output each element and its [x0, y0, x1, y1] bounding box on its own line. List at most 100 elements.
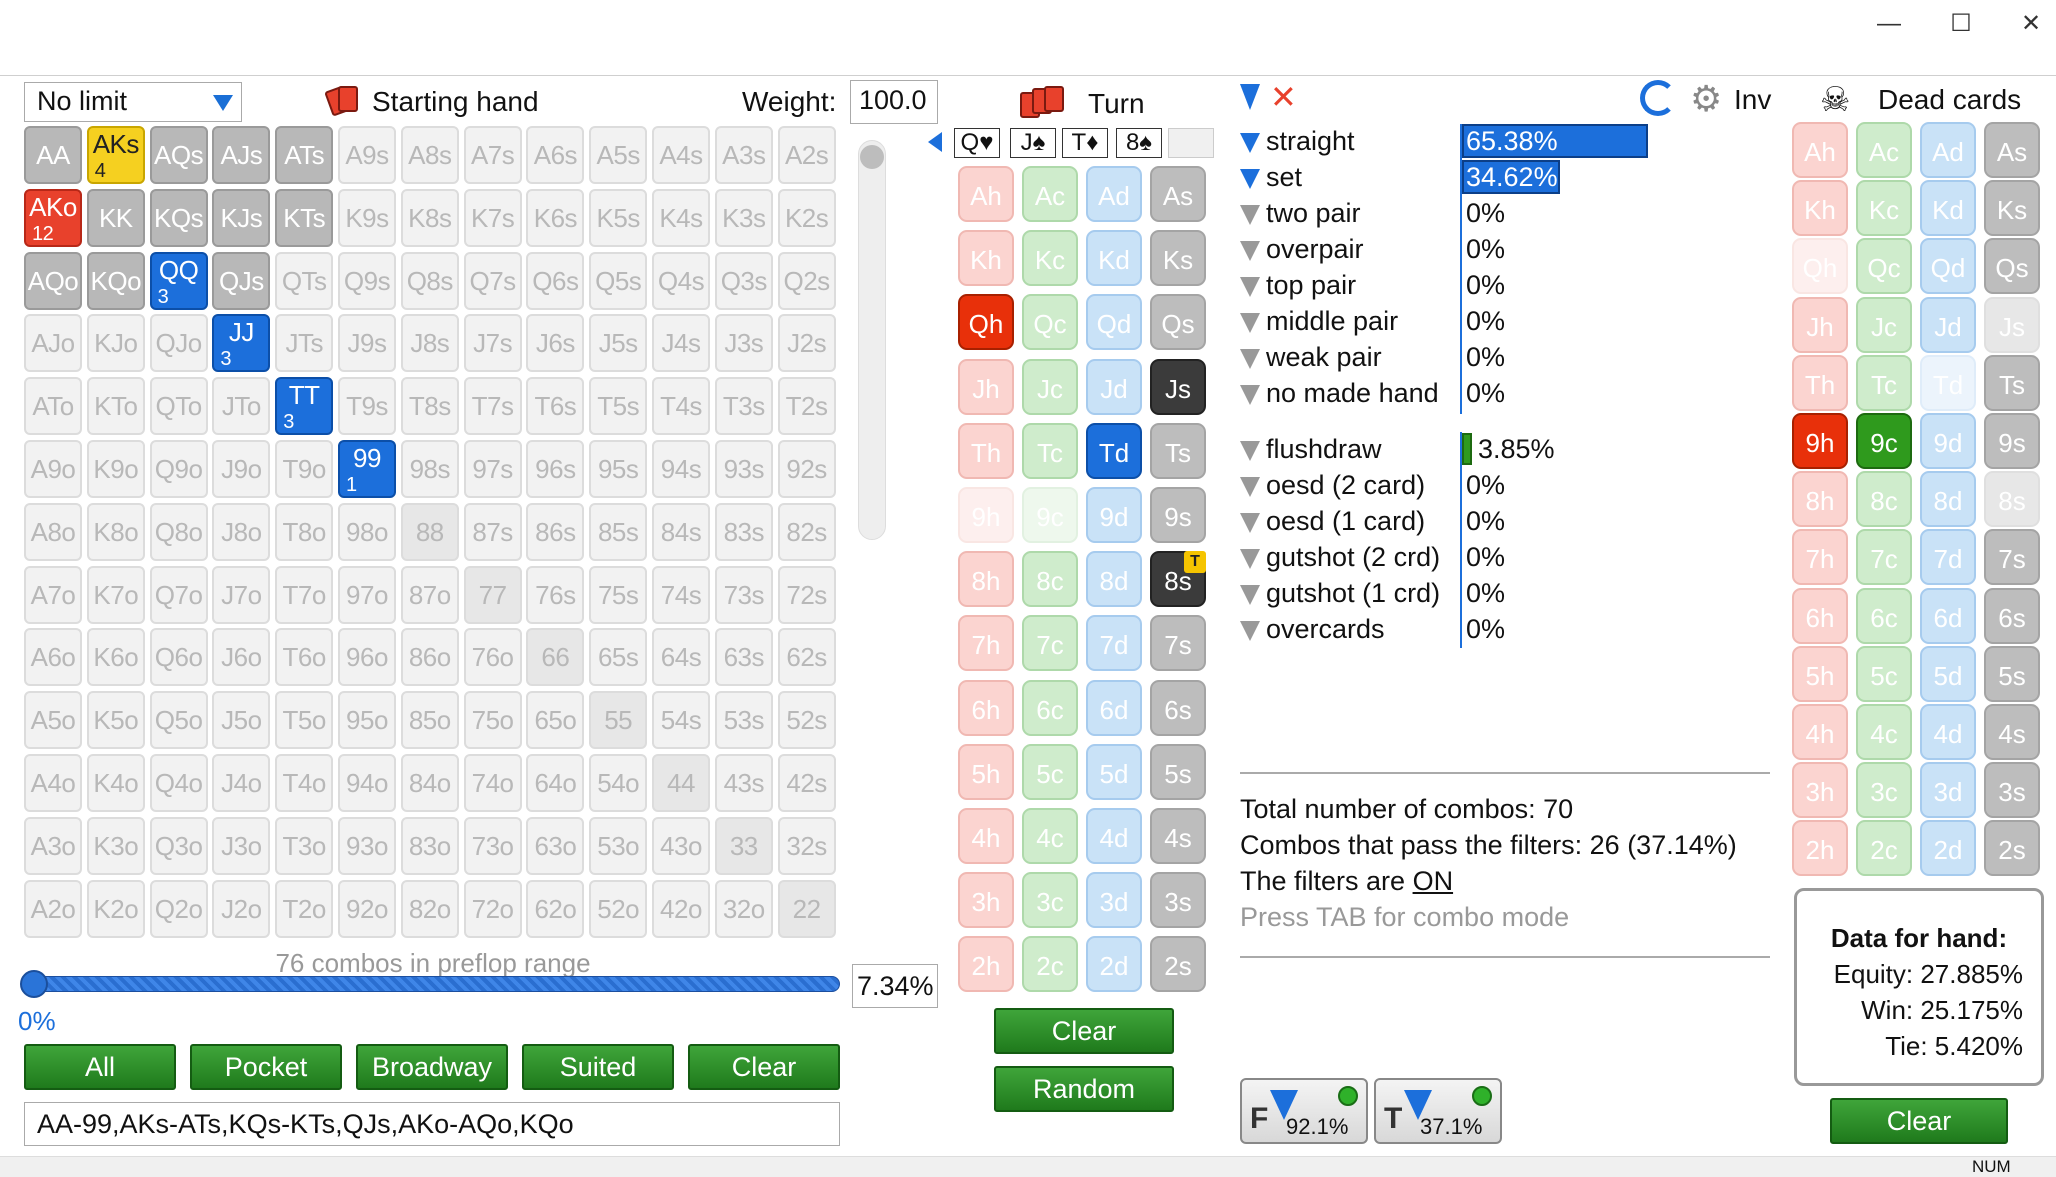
filter-funnel-icon[interactable]: [1240, 440, 1260, 461]
hand-cell-Q4s[interactable]: Q4s: [652, 251, 710, 310]
dead-card-9s[interactable]: 9s: [1984, 413, 2040, 469]
hand-cell-43o[interactable]: 43o: [652, 816, 710, 875]
hand-cell-53s[interactable]: 53s: [714, 691, 773, 750]
board-card-Ah[interactable]: Ah: [958, 166, 1014, 222]
weight-vertical-slider[interactable]: [858, 140, 886, 540]
dead-card-Qh[interactable]: Qh: [1792, 238, 1848, 295]
dead-card-2h[interactable]: 2h: [1792, 820, 1848, 877]
hand-cell-T2s[interactable]: T2s: [777, 377, 836, 436]
board-card-Js[interactable]: Js: [1150, 358, 1206, 415]
hand-cell-J6s[interactable]: J6s: [526, 314, 585, 373]
board-card-4s[interactable]: 4s: [1150, 808, 1206, 864]
dead-card-8d[interactable]: 8d: [1920, 471, 1976, 528]
hand-cell-A3s[interactable]: A3s: [714, 126, 773, 184]
hand-cell-74s[interactable]: 74s: [652, 565, 710, 624]
hand-cell-J3o[interactable]: J3o: [212, 816, 271, 875]
hand-cell-Q4o[interactable]: Q4o: [149, 754, 208, 812]
dead-card-9h[interactable]: 9h: [1792, 413, 1848, 469]
filter-funnel-icon[interactable]: [1240, 132, 1260, 153]
dead-card-6c[interactable]: 6c: [1856, 587, 1912, 644]
range-slider-thumb[interactable]: [20, 970, 48, 998]
board-back-arrow-icon[interactable]: [928, 132, 942, 152]
hand-cell-55[interactable]: 55: [589, 691, 648, 750]
hand-cell-ATs[interactable]: ATs: [275, 126, 334, 184]
hand-cell-KTs[interactable]: KTs: [275, 188, 334, 247]
hand-cell-J5s[interactable]: J5s: [589, 314, 648, 373]
hand-cell-J4s[interactable]: J4s: [652, 314, 710, 373]
hand-cell-K2s[interactable]: K2s: [777, 188, 836, 247]
dead-card-5c[interactable]: 5c: [1856, 645, 1912, 702]
stat-row-set[interactable]: set: [1240, 162, 1302, 193]
board-card-Ac[interactable]: Ac: [1022, 166, 1078, 222]
board-card-7d[interactable]: 7d: [1086, 615, 1142, 672]
hand-cell-K7s[interactable]: K7s: [463, 188, 522, 247]
hand-cell-A4o[interactable]: A4o: [24, 754, 82, 812]
hand-cell-98o[interactable]: 98o: [338, 502, 396, 561]
hand-cell-J9o[interactable]: J9o: [212, 440, 271, 498]
board-card-3s[interactable]: 3s: [1150, 872, 1206, 929]
stat-row-top-pair[interactable]: top pair: [1240, 270, 1356, 301]
hand-cell-86o[interactable]: 86o: [400, 628, 459, 687]
hand-cell-94o[interactable]: 94o: [338, 754, 396, 812]
hand-cell-82s[interactable]: 82s: [777, 502, 836, 561]
board-card-9s[interactable]: 9s: [1150, 487, 1206, 543]
hand-cell-KJo[interactable]: KJo: [86, 314, 145, 373]
dead-card-4d[interactable]: 4d: [1920, 704, 1976, 760]
hand-cell-64o[interactable]: 64o: [526, 754, 585, 812]
board-card-2h[interactable]: 2h: [958, 936, 1014, 993]
hand-cell-74o[interactable]: 74o: [463, 754, 522, 812]
hand-cell-QTs[interactable]: QTs: [275, 251, 334, 310]
board-slot-5[interactable]: [1168, 128, 1214, 158]
dead-card-Ts[interactable]: Ts: [1984, 354, 2040, 411]
slider-thumb[interactable]: [860, 145, 884, 169]
hand-cell-Q7o[interactable]: Q7o: [149, 565, 208, 624]
dead-card-5d[interactable]: 5d: [1920, 645, 1976, 702]
dead-card-6d[interactable]: 6d: [1920, 587, 1976, 644]
dead-card-5h[interactable]: 5h: [1792, 645, 1848, 702]
hand-cell-72o[interactable]: 72o: [463, 879, 522, 938]
hand-cell-63o[interactable]: 63o: [526, 816, 585, 875]
hand-cell-32o[interactable]: 32o: [714, 879, 773, 938]
dead-card-6s[interactable]: 6s: [1984, 587, 2040, 644]
board-card-9h[interactable]: 9h: [958, 487, 1014, 543]
dead-card-3s[interactable]: 3s: [1984, 762, 2040, 819]
board-card-Qd[interactable]: Qd: [1086, 294, 1142, 351]
dead-card-Jd[interactable]: Jd: [1920, 296, 1976, 353]
filter-funnel-icon[interactable]: [1240, 168, 1260, 189]
hand-cell-85s[interactable]: 85s: [589, 502, 648, 561]
turn-cards-icon[interactable]: [1020, 86, 1064, 118]
hand-cell-K9s[interactable]: K9s: [338, 188, 396, 247]
dead-card-4c[interactable]: 4c: [1856, 704, 1912, 760]
board-card-7s[interactable]: 7s: [1150, 615, 1206, 672]
hand-cell-AJs[interactable]: AJs: [212, 126, 271, 184]
hand-cell-44[interactable]: 44: [652, 754, 710, 812]
hand-cell-T9s[interactable]: T9s: [338, 377, 396, 436]
hand-cell-K4s[interactable]: K4s: [652, 188, 710, 247]
hand-cell-A4s[interactable]: A4s: [652, 126, 710, 184]
filter-funnel-icon[interactable]: [1240, 476, 1260, 497]
hand-cell-J2o[interactable]: J2o: [212, 879, 271, 938]
hand-cell-32s[interactable]: 32s: [777, 816, 836, 875]
board-card-5d[interactable]: 5d: [1086, 743, 1142, 800]
dead-card-7d[interactable]: 7d: [1920, 529, 1976, 586]
hand-cell-86s[interactable]: 86s: [526, 502, 585, 561]
hand-cell-76s[interactable]: 76s: [526, 565, 585, 624]
hand-cell-75o[interactable]: 75o: [463, 691, 522, 750]
dead-card-2s[interactable]: 2s: [1984, 820, 2040, 877]
hand-cell-42s[interactable]: 42s: [777, 754, 836, 812]
dead-card-Ah[interactable]: Ah: [1792, 122, 1848, 178]
refresh-icon[interactable]: [1640, 80, 1676, 116]
range-percent-input[interactable]: 7.34%: [852, 964, 938, 1008]
maximize-button[interactable]: ☐: [1936, 6, 1986, 42]
dead-card-9c[interactable]: 9c: [1856, 413, 1912, 469]
hand-cell-42o[interactable]: 42o: [652, 879, 710, 938]
hand-cell-A7o[interactable]: A7o: [24, 565, 82, 624]
starting-hand-cards-icon[interactable]: [324, 85, 364, 118]
hand-cell-Q2s[interactable]: Q2s: [777, 251, 836, 310]
filter-funnel-icon[interactable]: [1240, 512, 1260, 533]
hand-cell-T4s[interactable]: T4s: [652, 377, 710, 436]
hand-cell-97s[interactable]: 97s: [463, 440, 522, 498]
board-card-Qs[interactable]: Qs: [1150, 294, 1206, 351]
hand-cell-A8o[interactable]: A8o: [24, 502, 82, 561]
hand-cell-76o[interactable]: 76o: [463, 628, 522, 687]
